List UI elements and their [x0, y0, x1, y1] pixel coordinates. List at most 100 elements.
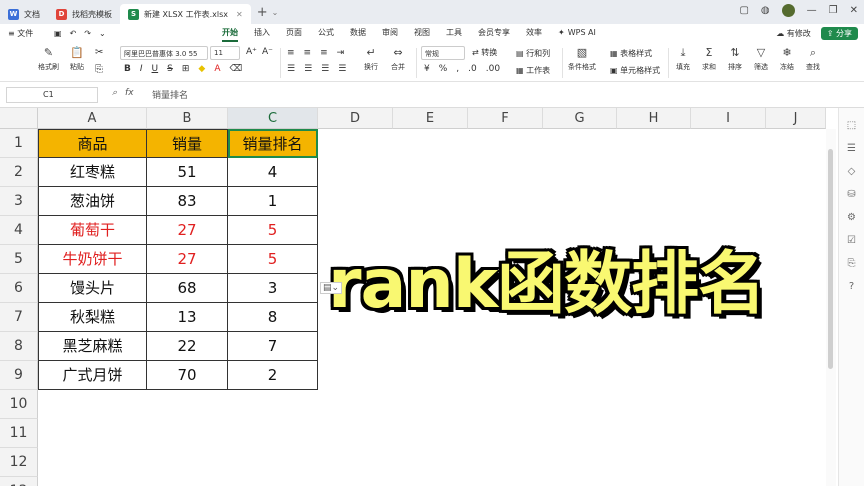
zoom-icon[interactable]: ⌕ [112, 88, 117, 98]
product-cell[interactable]: 馒头片 [38, 274, 147, 303]
properties-icon[interactable]: ☰ [847, 143, 856, 154]
avatar[interactable] [781, 4, 795, 17]
copy-icon[interactable]: ⎘ [95, 64, 103, 75]
underline-icon[interactable]: U [152, 64, 159, 74]
grow-font-icon[interactable]: A⁺ [246, 47, 257, 57]
wrap-button[interactable]: ↵ 换行 [364, 46, 378, 72]
worksheet-button[interactable]: ▦ 工作表 [516, 65, 550, 76]
sales-cell[interactable]: 27 [147, 245, 228, 274]
product-cell[interactable]: 葱油饼 [38, 187, 147, 216]
redo-icon[interactable]: ↷ [84, 29, 91, 38]
convert-button[interactable]: ⇄ 转换 [472, 47, 497, 58]
undo-icon[interactable]: ↶ [70, 29, 77, 38]
header-cell[interactable]: 商品 [38, 129, 147, 158]
format-painter-button[interactable]: ✎ 格式刷 [38, 46, 59, 72]
restore-window-icon[interactable]: ▢ [739, 5, 748, 16]
select-all-corner[interactable] [0, 108, 38, 129]
row-header[interactable]: 4 [0, 216, 38, 245]
font-color-icon[interactable]: A [214, 64, 220, 74]
product-cell[interactable]: 牛奶饼干 [38, 245, 147, 274]
column-header[interactable]: H [617, 108, 691, 129]
share-button[interactable]: ⇪ 分享 [820, 26, 858, 40]
paste-button[interactable]: 📋 粘贴 [70, 46, 84, 72]
merge-button[interactable]: ⇔ 合并 [391, 46, 405, 72]
skin-icon[interactable]: ◍ [761, 5, 770, 16]
file-menu[interactable]: ≡ 文件 [8, 28, 48, 39]
tab-sheet[interactable]: S 新建 XLSX 工作表.xlsx ✕ [120, 4, 251, 24]
row-header[interactable]: 7 [0, 303, 38, 332]
row-header[interactable]: 6 [0, 274, 38, 303]
align-middle-icon[interactable]: ≡ [304, 48, 312, 58]
wps-ai-button[interactable]: ✦ WPS AI [550, 24, 604, 42]
chevron-down-icon[interactable]: ⌄ [272, 8, 279, 17]
fx-icon[interactable]: fx [125, 88, 134, 98]
tab-tools[interactable]: 工具 [438, 24, 470, 42]
header-cell[interactable]: 销量 [147, 129, 228, 158]
currency-icon[interactable]: ¥ [424, 64, 430, 74]
cut-icon[interactable]: ✂ [95, 47, 103, 58]
rank-cell[interactable]: 7 [228, 332, 318, 361]
align-center-icon[interactable]: ☰ [304, 64, 312, 74]
fill-button[interactable]: ⤓ 填充 [676, 46, 690, 72]
row-header[interactable]: 2 [0, 158, 38, 187]
tab-docs[interactable]: W 文档 [0, 4, 48, 24]
row-header[interactable]: 10 [0, 390, 38, 419]
cell-style-button[interactable]: ▣ 单元格样式 [610, 65, 660, 76]
clear-format-icon[interactable]: ⌫ [229, 64, 242, 74]
indent-icon[interactable]: ⇥ [337, 48, 345, 58]
column-header[interactable]: B [147, 108, 228, 129]
thousands-icon[interactable]: , [456, 64, 459, 74]
column-header[interactable]: C [228, 108, 318, 129]
row-header[interactable]: 3 [0, 187, 38, 216]
cond-format-button[interactable]: ▧ 条件格式 [568, 46, 596, 72]
border-icon[interactable]: ⊞ [182, 64, 190, 74]
product-cell[interactable]: 黑芝麻糕 [38, 332, 147, 361]
column-header[interactable]: E [393, 108, 468, 129]
product-cell[interactable]: 广式月饼 [38, 361, 147, 390]
product-cell[interactable]: 红枣糕 [38, 158, 147, 187]
shrink-font-icon[interactable]: A⁻ [262, 47, 273, 57]
align-right-icon[interactable]: ☰ [321, 64, 329, 74]
sales-cell[interactable]: 68 [147, 274, 228, 303]
rank-cell[interactable]: 5 [228, 245, 318, 274]
sum-button[interactable]: Σ 求和 [702, 46, 716, 72]
column-header[interactable]: J [766, 108, 826, 129]
sales-cell[interactable]: 83 [147, 187, 228, 216]
column-header[interactable]: D [318, 108, 393, 129]
scroll-thumb[interactable] [828, 149, 833, 369]
font-family-select[interactable]: 阿里巴巴普惠体 3.0 55 [120, 46, 208, 60]
share-side-icon[interactable]: ⎘ [848, 258, 856, 269]
row-header[interactable]: 8 [0, 332, 38, 361]
italic-icon[interactable]: I [140, 64, 143, 74]
product-cell[interactable]: 葡萄干 [38, 216, 147, 245]
sales-cell[interactable]: 70 [147, 361, 228, 390]
find-button[interactable]: ⌕ 查找 [806, 46, 820, 72]
fill-color-icon[interactable]: ◆ [198, 64, 205, 74]
increase-decimal-icon[interactable]: .0 [468, 64, 477, 74]
product-cell[interactable]: 秋梨糕 [38, 303, 147, 332]
align-bottom-icon[interactable]: ≡ [320, 48, 328, 58]
row-header[interactable]: 9 [0, 361, 38, 390]
tab-view[interactable]: 视图 [406, 24, 438, 42]
select-tool-icon[interactable]: ⬚ [847, 120, 856, 131]
style-icon[interactable]: ◇ [848, 166, 856, 177]
rank-cell[interactable]: 1 [228, 187, 318, 216]
tab-formula[interactable]: 公式 [310, 24, 342, 42]
row-header[interactable]: 11 [0, 419, 38, 448]
mark-icon[interactable]: ☑ [847, 235, 856, 246]
row-header[interactable]: 5 [0, 245, 38, 274]
strikethrough-icon[interactable]: S [167, 64, 173, 74]
freeze-button[interactable]: ❄ 冻结 [780, 46, 794, 72]
column-header[interactable]: I [691, 108, 766, 129]
bold-icon[interactable]: B [124, 64, 131, 74]
sales-cell[interactable]: 27 [147, 216, 228, 245]
rank-cell[interactable]: 3 [228, 274, 318, 303]
tab-insert[interactable]: 插入 [246, 24, 278, 42]
row-header[interactable]: 12 [0, 448, 38, 477]
more-icon[interactable]: ⌄ [99, 29, 106, 38]
tab-home[interactable]: 开始 [214, 24, 246, 42]
font-size-select[interactable]: 11 [210, 46, 240, 60]
table-style-button[interactable]: ▦ 表格样式 [610, 48, 652, 59]
name-box[interactable]: C1 [6, 87, 98, 103]
filter-button[interactable]: ▽ 筛选 [754, 46, 768, 72]
